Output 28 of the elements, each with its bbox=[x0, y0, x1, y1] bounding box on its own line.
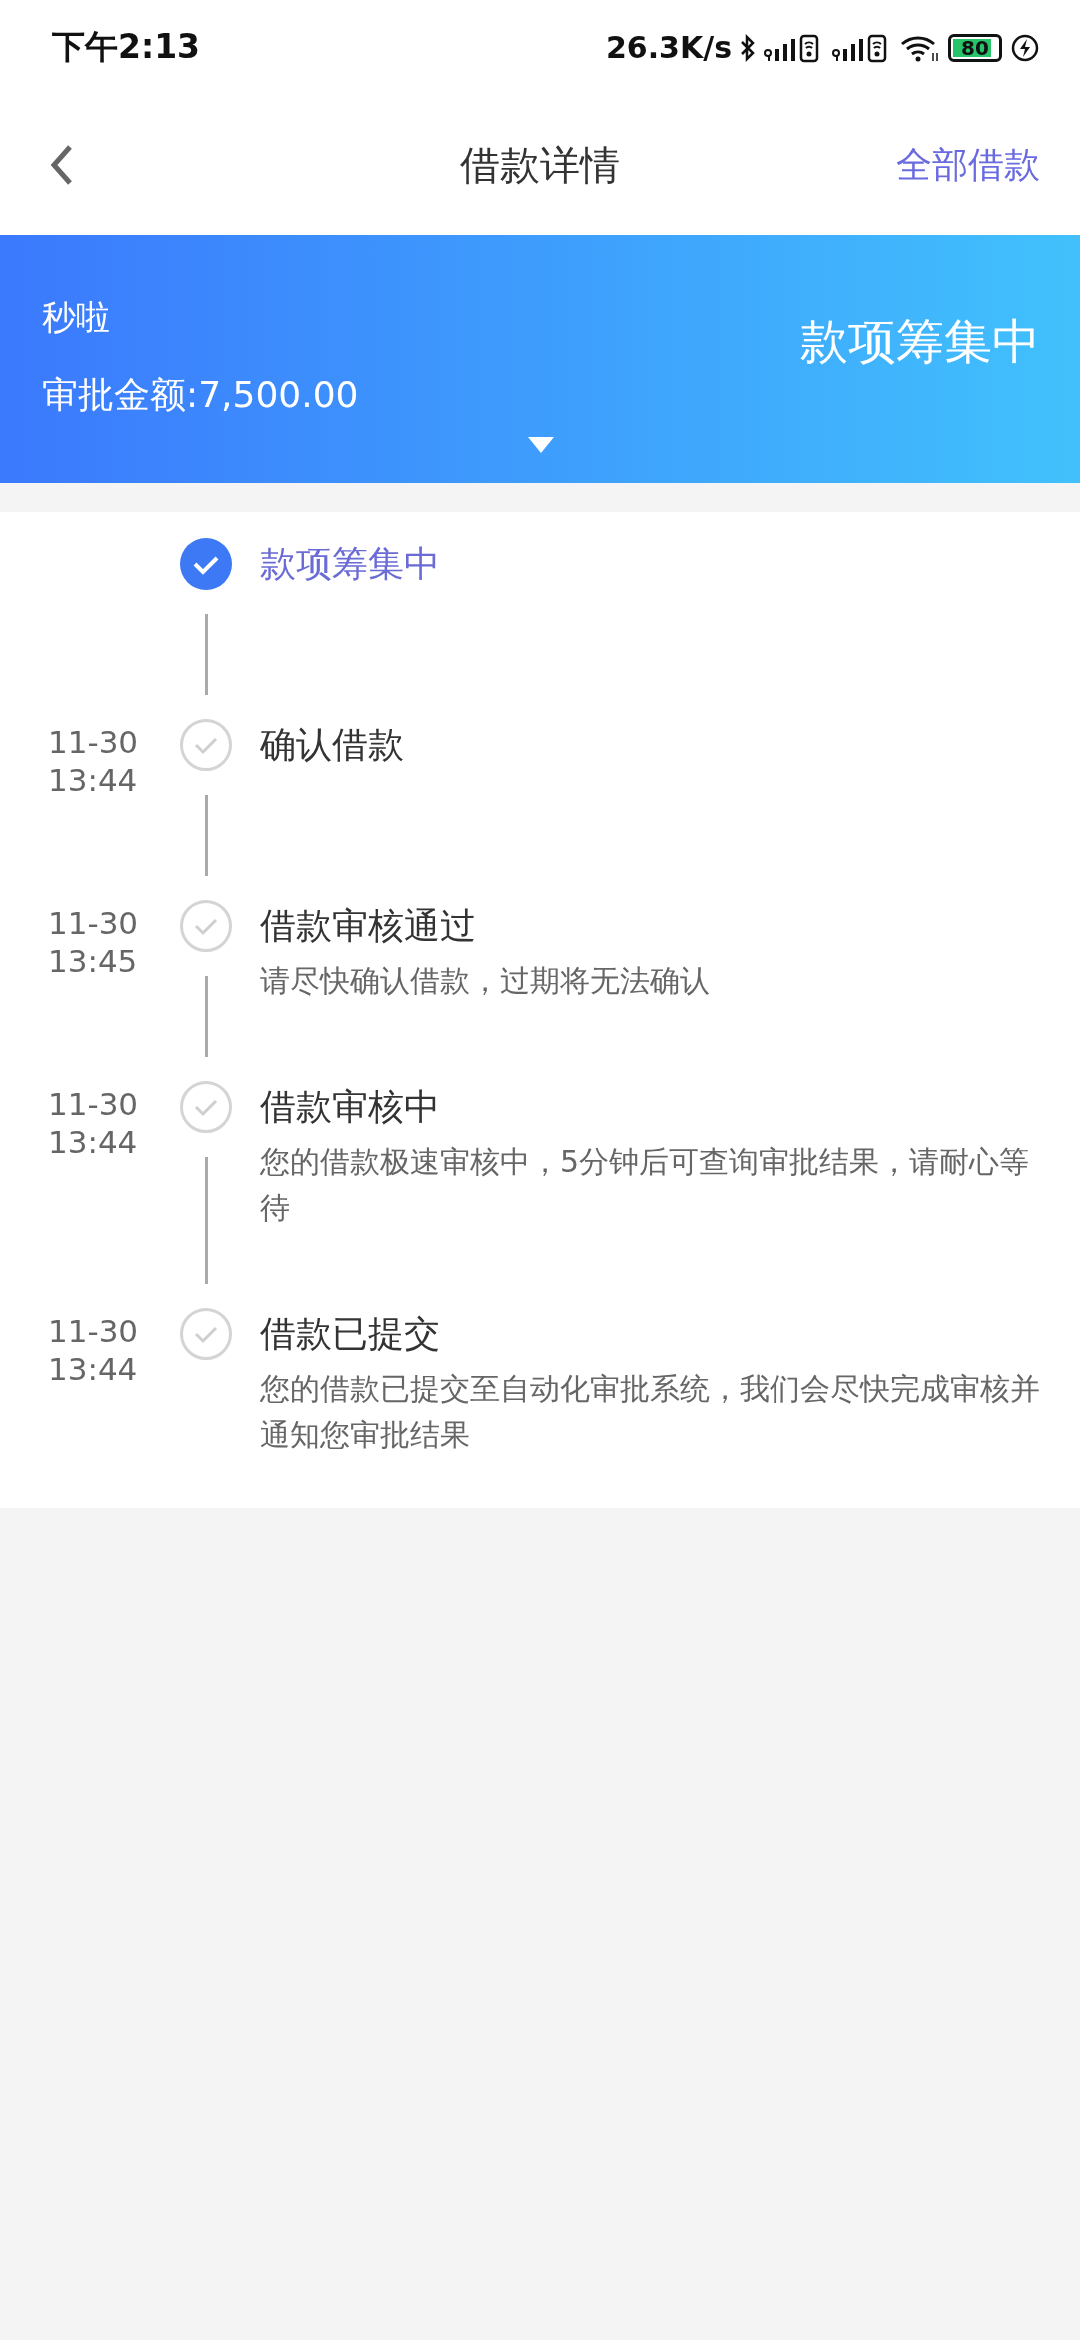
step-description: 请尽快确认借款，过期将无法确认 bbox=[260, 962, 711, 1000]
step-time: 13:44 bbox=[48, 761, 139, 799]
step-title: 借款审核通过 bbox=[260, 904, 477, 948]
step-date: 11-30 bbox=[48, 723, 140, 761]
step-time: 13:44 bbox=[48, 1350, 139, 1388]
step-title: 款项筹集中 bbox=[260, 542, 441, 586]
lender-name: 秒啦 bbox=[42, 296, 111, 339]
wifi-icon bbox=[900, 33, 940, 62]
all-loans-link[interactable]: 全部借款 bbox=[896, 140, 1040, 190]
approved-amount: 审批金额:7,500.00 bbox=[42, 373, 359, 417]
step-time: 13:44 bbox=[48, 1123, 139, 1161]
step-date: 11-30 bbox=[48, 904, 140, 942]
step-date: 11-30 bbox=[48, 1312, 140, 1350]
step-description: 您的借款极速审核中，5分钟后可查询审批结果，请耐心等待 bbox=[260, 1143, 1031, 1227]
page-title: 借款详情 bbox=[460, 140, 620, 190]
step-title: 借款已提交 bbox=[260, 1312, 441, 1356]
step-title: 借款审核中 bbox=[260, 1085, 441, 1129]
expand-icon[interactable] bbox=[527, 436, 555, 454]
bluetooth-icon bbox=[740, 33, 756, 62]
battery-icon: 80 bbox=[948, 33, 1002, 62]
status-time: 下午2:13 bbox=[52, 26, 201, 68]
step-title: 确认借款 bbox=[260, 723, 405, 767]
network-speed: 26.3K/s bbox=[605, 30, 732, 65]
charging-icon bbox=[1010, 32, 1040, 63]
step-description: 您的借款已提交至自动化审批系统，我们会尽快完成审核并通知您审批结果 bbox=[260, 1370, 1040, 1454]
step-time: 13:45 bbox=[48, 942, 139, 980]
loan-status: 款项筹集中 bbox=[800, 312, 1040, 371]
step-date: 11-30 bbox=[48, 1085, 140, 1123]
